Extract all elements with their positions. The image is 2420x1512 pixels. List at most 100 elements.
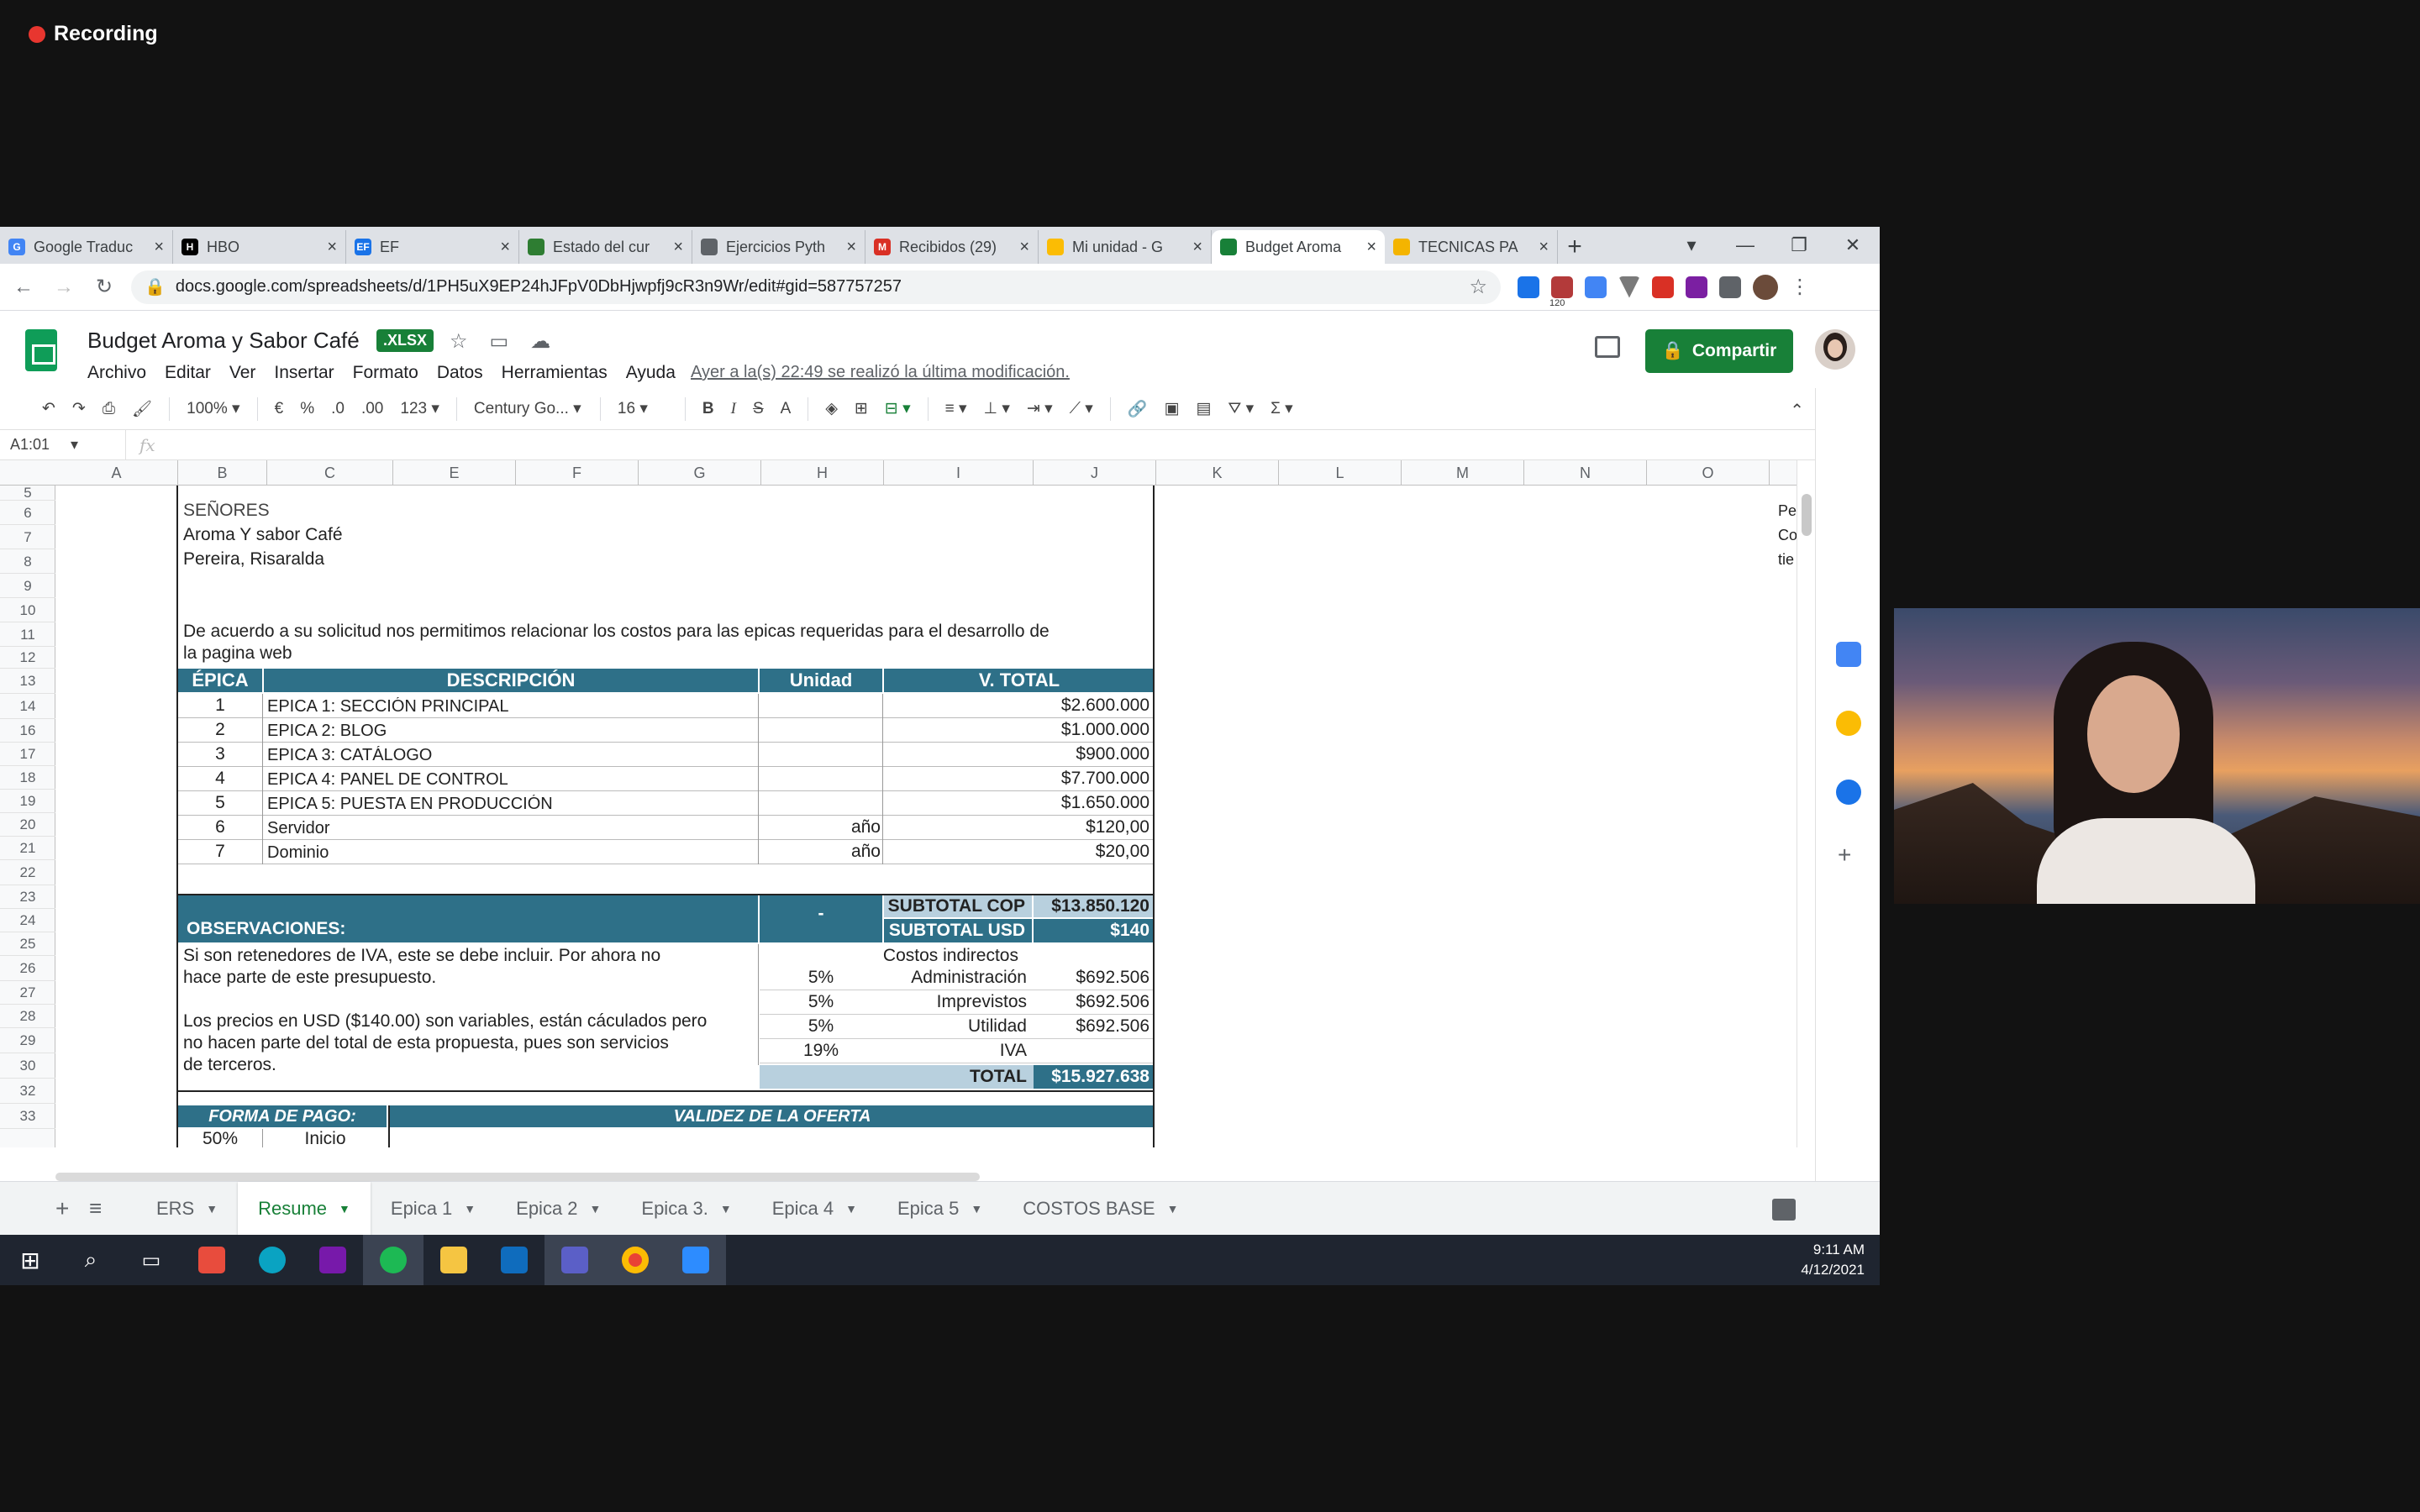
sheet-tab-epica-5[interactable]: Epica 5 ▼ bbox=[877, 1182, 1002, 1236]
calendar-icon[interactable] bbox=[1836, 642, 1861, 667]
strikethrough-icon[interactable]: S bbox=[753, 400, 764, 418]
tab-search-icon[interactable]: ▾ bbox=[1665, 234, 1718, 256]
row-header[interactable]: 23 bbox=[0, 885, 55, 909]
search-button[interactable]: ⌕ bbox=[60, 1235, 121, 1285]
browser-tab[interactable]: G Google Traduc × bbox=[0, 230, 173, 264]
forward-button[interactable]: → bbox=[47, 276, 81, 299]
taskbar-app[interactable] bbox=[544, 1235, 605, 1285]
browser-tab[interactable]: Mi unidad - G × bbox=[1039, 230, 1212, 264]
row-header[interactable]: 27 bbox=[0, 981, 55, 1005]
row-header[interactable]: 33 bbox=[0, 1104, 55, 1129]
reload-button[interactable]: ↻ bbox=[87, 275, 121, 299]
menu-item-insertar[interactable]: Insertar bbox=[274, 363, 334, 383]
new-tab-button[interactable]: + bbox=[1558, 230, 1591, 264]
cloud-status-icon[interactable]: ☁ bbox=[530, 329, 550, 354]
start-button[interactable]: ⊞ bbox=[0, 1235, 60, 1285]
scroll-thumb[interactable] bbox=[1802, 494, 1812, 536]
text-wrap-icon[interactable]: ⇥ ▾ bbox=[1027, 399, 1053, 418]
row-header[interactable]: 12 bbox=[0, 647, 55, 669]
menu-item-ver[interactable]: Ver bbox=[229, 363, 256, 383]
row-header[interactable]: 10 bbox=[0, 598, 55, 622]
vertical-align-icon[interactable]: ⊥ ▾ bbox=[984, 399, 1010, 418]
browser-tab[interactable]: M Recibidos (29) × bbox=[865, 230, 1039, 264]
profile-avatar[interactable] bbox=[1753, 274, 1778, 300]
borders-icon[interactable]: ⊞ bbox=[855, 399, 868, 418]
system-clock[interactable]: 9:11 AM 4/12/2021 bbox=[1801, 1240, 1865, 1280]
taskbar-app[interactable] bbox=[666, 1235, 726, 1285]
row-header[interactable]: 6 bbox=[0, 501, 55, 525]
row-header[interactable]: 32 bbox=[0, 1079, 55, 1104]
column-header[interactable]: K bbox=[1156, 460, 1279, 486]
sheet-tab-epica-3-[interactable]: Epica 3. ▼ bbox=[621, 1182, 751, 1236]
tab-close-icon[interactable]: × bbox=[154, 238, 164, 257]
puzzle-extensions-icon[interactable] bbox=[1719, 276, 1741, 298]
caret-down-icon[interactable]: ▼ bbox=[720, 1202, 732, 1215]
menu-item-formato[interactable]: Formato bbox=[353, 363, 418, 383]
last-edit-link[interactable]: Ayer a la(s) 22:49 se realizó la última … bbox=[691, 363, 1070, 382]
sheet-tab-costos-base[interactable]: COSTOS BASE ▼ bbox=[1002, 1182, 1198, 1236]
menu-item-archivo[interactable]: Archivo bbox=[87, 363, 146, 383]
column-header[interactable]: F bbox=[516, 460, 639, 486]
tasks-icon[interactable] bbox=[1836, 780, 1861, 805]
column-header[interactable]: N bbox=[1524, 460, 1647, 486]
extension-icon[interactable] bbox=[1686, 276, 1707, 298]
percent-button[interactable]: % bbox=[300, 400, 314, 418]
formula-input[interactable] bbox=[169, 430, 1815, 459]
vertical-scrollbar[interactable] bbox=[1797, 460, 1815, 1147]
tab-close-icon[interactable]: × bbox=[1366, 238, 1376, 257]
all-sheets-icon[interactable]: ≡ bbox=[89, 1195, 136, 1221]
row-header[interactable]: 29 bbox=[0, 1028, 55, 1053]
document-title[interactable]: Budget Aroma y Sabor Café bbox=[87, 328, 360, 354]
row-header[interactable]: 26 bbox=[0, 956, 55, 981]
add-sheet-button[interactable]: + bbox=[55, 1195, 89, 1222]
row-header[interactable]: 21 bbox=[0, 837, 55, 860]
explore-icon[interactable] bbox=[1772, 1199, 1796, 1221]
row-header[interactable]: 16 bbox=[0, 719, 55, 743]
tab-close-icon[interactable]: × bbox=[673, 238, 683, 257]
taskbar-app[interactable] bbox=[302, 1235, 363, 1285]
sheet-tab-epica-2[interactable]: Epica 2 ▼ bbox=[496, 1182, 621, 1236]
row-header[interactable]: 11 bbox=[0, 622, 55, 647]
translate-extension-icon[interactable] bbox=[1585, 276, 1607, 298]
collapse-menus-icon[interactable]: ⌃ bbox=[1790, 400, 1804, 421]
decrease-decimal-button[interactable]: .0 bbox=[331, 400, 345, 418]
row-header[interactable]: 9 bbox=[0, 574, 55, 598]
row-header[interactable]: 18 bbox=[0, 766, 55, 790]
tab-close-icon[interactable]: × bbox=[1192, 238, 1202, 257]
paint-format-icon[interactable]: 🖌 bbox=[132, 399, 152, 419]
zoom-select[interactable]: 100% ▾ bbox=[187, 399, 239, 418]
sheet-tab-ers[interactable]: ERS ▼ bbox=[136, 1182, 238, 1236]
tab-close-icon[interactable]: × bbox=[846, 238, 856, 257]
fill-color-icon[interactable]: ◈ bbox=[825, 399, 838, 418]
row-header[interactable]: 17 bbox=[0, 743, 55, 766]
bookmark-star-icon[interactable]: ☆ bbox=[1469, 275, 1487, 299]
column-header[interactable]: G bbox=[639, 460, 761, 486]
taskbar-app[interactable] bbox=[605, 1235, 666, 1285]
print-icon[interactable]: ⎙ bbox=[103, 400, 115, 418]
star-icon[interactable]: ☆ bbox=[450, 329, 468, 354]
column-header[interactable]: O bbox=[1647, 460, 1770, 486]
column-header[interactable]: E bbox=[393, 460, 516, 486]
row-header[interactable]: 25 bbox=[0, 932, 55, 956]
increase-decimal-button[interactable]: .00 bbox=[361, 400, 383, 418]
font-size-select[interactable]: 16 ▾ bbox=[618, 399, 668, 418]
insert-link-icon[interactable]: 🔗 bbox=[1128, 399, 1148, 419]
caret-down-icon[interactable]: ▼ bbox=[1167, 1202, 1179, 1215]
comments-icon[interactable] bbox=[1595, 336, 1620, 358]
more-formats-select[interactable]: 123 ▾ bbox=[400, 399, 439, 418]
sheet-tab-epica-4[interactable]: Epica 4 ▼ bbox=[752, 1182, 877, 1236]
bold-icon[interactable]: B bbox=[702, 400, 714, 418]
caret-down-icon[interactable]: ▼ bbox=[590, 1202, 602, 1215]
sheet-tab-epica-1[interactable]: Epica 1 ▼ bbox=[371, 1182, 496, 1236]
minimize-button[interactable]: — bbox=[1718, 234, 1772, 256]
name-box[interactable]: A1:01 ▾ bbox=[0, 430, 126, 459]
tab-close-icon[interactable]: × bbox=[327, 238, 337, 257]
horizontal-align-icon[interactable]: ≡ ▾ bbox=[945, 399, 967, 418]
taskbar-app[interactable] bbox=[424, 1235, 484, 1285]
undo-icon[interactable]: ↶ bbox=[42, 399, 55, 418]
text-rotation-icon[interactable]: ⟋ ▾ bbox=[1070, 399, 1093, 418]
menu-item-ayuda[interactable]: Ayuda bbox=[626, 363, 676, 383]
browser-tab[interactable]: TECNICAS PA × bbox=[1385, 230, 1558, 264]
row-header[interactable]: 8 bbox=[0, 549, 55, 574]
sheets-logo-icon[interactable] bbox=[25, 329, 57, 371]
